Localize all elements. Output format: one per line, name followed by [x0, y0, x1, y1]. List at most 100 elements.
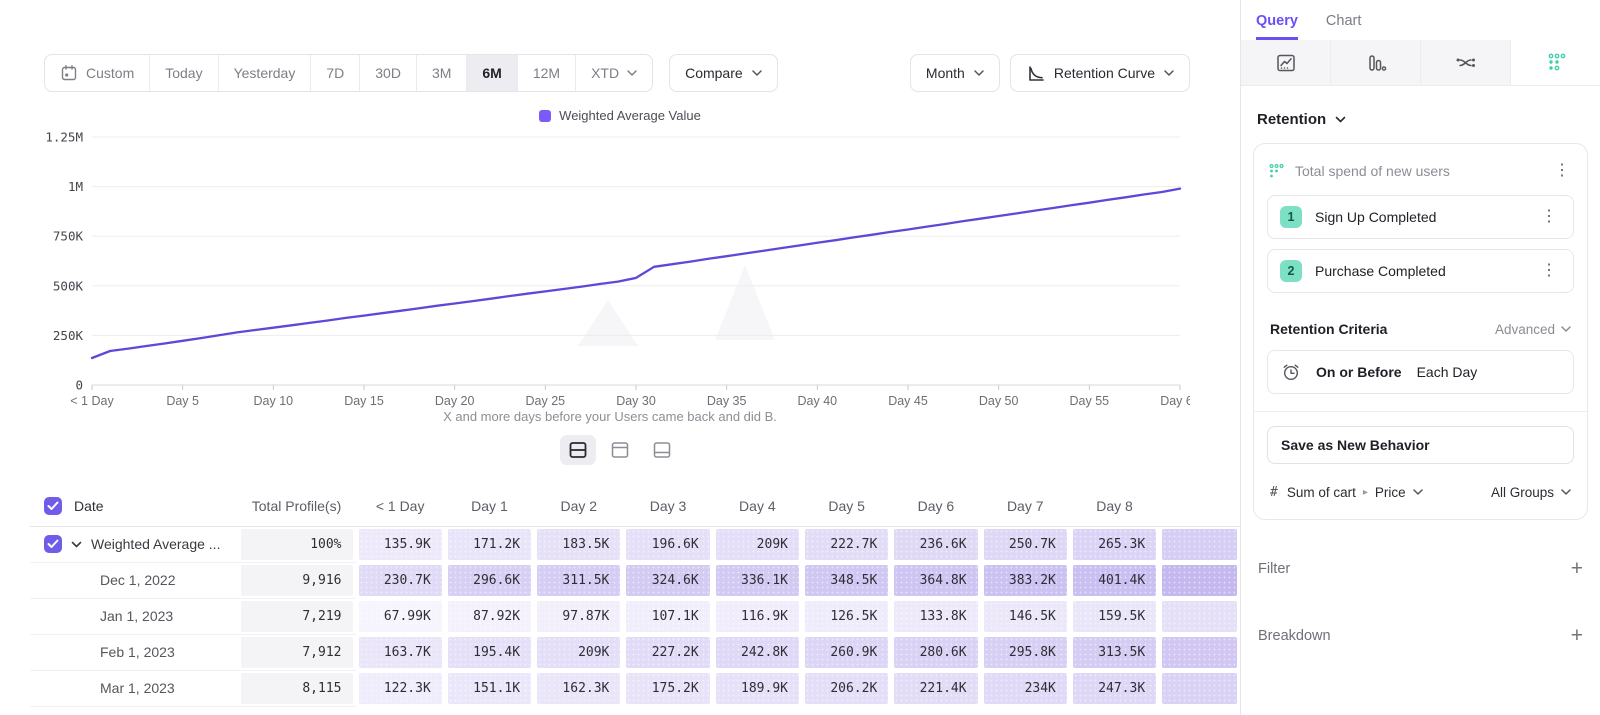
retention-value-cell[interactable]: 135.9K [359, 529, 442, 560]
retention-value-cell[interactable]: 196.6K [626, 529, 709, 560]
retention-value-cell[interactable]: 336.1K [716, 565, 799, 596]
retention-window-row[interactable]: On or Before Each Day [1267, 350, 1574, 394]
retention-value-cell[interactable]: 122.3K [359, 673, 442, 704]
retention-value-cell[interactable]: 209K [537, 637, 620, 668]
retention-value-cell[interactable]: 383.2K [984, 565, 1067, 596]
retention-value-cell[interactable]: 133.8K [894, 601, 977, 632]
retention-value-cell[interactable]: 230.7K [359, 565, 442, 596]
retention-value-cell[interactable]: 227.2K [626, 637, 709, 668]
retention-value-cell[interactable]: 250.7K [984, 529, 1067, 560]
retention-value-cell[interactable]: 280.6K [894, 637, 977, 668]
retention-value-cell[interactable]: 126.5K [805, 601, 888, 632]
retention-value-cell[interactable]: 234K [984, 673, 1067, 704]
retention-value-cell[interactable]: 97.87K [537, 601, 620, 632]
retention-value-cell[interactable]: 313.5K [1073, 637, 1156, 668]
retention-value-cell[interactable]: 324.6K [626, 565, 709, 596]
date-range-custom[interactable]: Custom [45, 55, 150, 91]
add-breakdown-button[interactable]: + [1571, 625, 1583, 646]
column-header-day-1[interactable]: Day 1 [445, 486, 534, 526]
retention-window-unit[interactable]: Each Day [1417, 364, 1478, 380]
column-header-date[interactable]: Date [30, 486, 238, 526]
date-range-yesterday[interactable]: Yesterday [219, 55, 312, 91]
retention-value-cell[interactable]: 295.8K [984, 637, 1067, 668]
retention-value-cell[interactable]: 260.9K [805, 637, 888, 668]
chart-type-dropdown[interactable]: Retention Curve [1010, 54, 1190, 92]
date-range-12m[interactable]: 12M [518, 55, 576, 91]
layout-toggle-table[interactable] [644, 435, 680, 465]
measure-property-dropdown[interactable]: Sum of cart ▸ Price [1287, 485, 1423, 500]
retention-value-cell[interactable]: 247.3K [1073, 673, 1156, 704]
retention-value-cell[interactable]: 151.1K [448, 673, 531, 704]
retention-curve-chart[interactable]: 0250K500K750K1M1.25M< 1 DayDay 5Day 10Da… [30, 125, 1190, 413]
expand-chevron-icon[interactable] [71, 541, 82, 548]
retention-value-cell[interactable]: 311.5K [537, 565, 620, 596]
column-header--1-day[interactable]: < 1 Day [356, 486, 445, 526]
retention-value-cell[interactable]: 175.2K [626, 673, 709, 704]
chart-type-label: Retention Curve [1054, 65, 1155, 81]
kebab-menu-icon[interactable]: ⋮ [1537, 261, 1561, 281]
retention-value-cell[interactable]: 296.6K [448, 565, 531, 596]
kebab-menu-icon[interactable]: ⋮ [1550, 161, 1574, 181]
retention-value-cell[interactable]: 67.99K [359, 601, 442, 632]
retention-value-cell[interactable]: 209K [716, 529, 799, 560]
measure-sub-label: Price [1375, 485, 1406, 500]
tab-query[interactable]: Query [1256, 13, 1298, 40]
date-range-today[interactable]: Today [150, 55, 218, 91]
retention-value-cell[interactable]: 265.3K [1073, 529, 1156, 560]
granularity-dropdown[interactable]: Month [910, 54, 1000, 92]
retention-value-cell[interactable]: 221.4K [894, 673, 977, 704]
layout-toggle-chart[interactable] [602, 435, 638, 465]
retention-value-cell[interactable]: 163.7K [359, 637, 442, 668]
kebab-menu-icon[interactable]: ⋮ [1537, 207, 1561, 227]
retention-value-cell[interactable]: 183.5K [537, 529, 620, 560]
criteria-mode-dropdown[interactable]: Advanced [1495, 322, 1571, 337]
column-header-total-profile-s-[interactable]: Total Profile(s) [238, 486, 356, 526]
retention-value-cell[interactable]: 242.8K [716, 637, 799, 668]
retention-value-cell[interactable]: 87.92K [448, 601, 531, 632]
column-header-day-4[interactable]: Day 4 [713, 486, 802, 526]
retention-value-cell[interactable]: 401.4K [1073, 565, 1156, 596]
row-checkbox[interactable] [44, 497, 62, 515]
retention-value-cell[interactable]: 171.2K [448, 529, 531, 560]
retention-value-cell[interactable]: 189.9K [716, 673, 799, 704]
behavior-step-1[interactable]: 1Sign Up Completed⋮ [1267, 195, 1574, 239]
retention-value-cell[interactable]: 364.8K [894, 565, 977, 596]
retention-value-cell[interactable]: 222.7K [805, 529, 888, 560]
report-tab-insights[interactable] [1241, 40, 1331, 85]
date-range-3m[interactable]: 3M [417, 55, 467, 91]
retention-value-cell[interactable]: 159.5K [1073, 601, 1156, 632]
column-header-day-8[interactable]: Day 8 [1070, 486, 1159, 526]
retention-value-cell[interactable]: 195.4K [448, 637, 531, 668]
row-checkbox[interactable] [44, 535, 62, 553]
date-range-30d[interactable]: 30D [360, 55, 417, 91]
compare-button[interactable]: Compare [669, 54, 778, 92]
behavior-step-2[interactable]: 2Purchase Completed⋮ [1267, 249, 1574, 293]
report-tab-retention[interactable] [1511, 40, 1600, 85]
save-as-new-behavior-button[interactable]: Save as New Behavior [1267, 426, 1574, 464]
column-header-day-5[interactable]: Day 5 [802, 486, 891, 526]
retention-value-cell[interactable]: 206.2K [805, 673, 888, 704]
total-profiles-cell: 7,219 [241, 601, 353, 632]
report-tab-flows[interactable] [1421, 40, 1511, 85]
add-filter-button[interactable]: + [1571, 558, 1583, 579]
retention-window-mode[interactable]: On or Before [1316, 364, 1402, 380]
retention-value-cell[interactable]: 116.9K [716, 601, 799, 632]
retention-value-cell[interactable]: 162.3K [537, 673, 620, 704]
report-tab-funnels[interactable] [1331, 40, 1421, 85]
date-range-6m[interactable]: 6M [467, 55, 517, 91]
column-header-day-7[interactable]: Day 7 [981, 486, 1070, 526]
retention-value-cell[interactable]: 236.6K [894, 529, 977, 560]
column-header-day-2[interactable]: Day 2 [534, 486, 623, 526]
date-range-7d[interactable]: 7D [311, 55, 360, 91]
date-range-xtd[interactable]: XTD [576, 55, 652, 91]
tab-chart[interactable]: Chart [1326, 13, 1361, 40]
retention-value-cell[interactable]: 107.1K [626, 601, 709, 632]
table-row: Jan 1, 20237,21967.99K87.92K97.87K107.1K… [30, 598, 1240, 634]
retention-value-cell[interactable]: 146.5K [984, 601, 1067, 632]
layout-toggle-split[interactable] [560, 435, 596, 465]
column-header-day-3[interactable]: Day 3 [623, 486, 712, 526]
section-retention[interactable]: Retention [1257, 111, 1588, 128]
retention-value-cell[interactable]: 348.5K [805, 565, 888, 596]
column-header-day-6[interactable]: Day 6 [891, 486, 980, 526]
group-dropdown[interactable]: All Groups [1491, 485, 1571, 500]
